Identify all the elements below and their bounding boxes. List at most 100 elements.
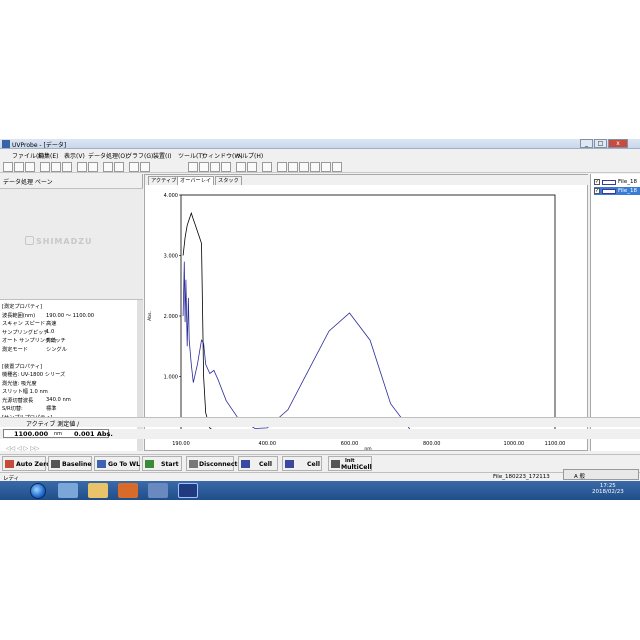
link-icon[interactable] (236, 162, 246, 172)
start-button[interactable]: Start (142, 456, 182, 471)
file-name: File_18 (618, 179, 637, 185)
x-tick-label: 190.00 (172, 441, 190, 447)
property-value: シングル (46, 346, 67, 353)
new-icon[interactable] (3, 162, 13, 172)
menu-view[interactable]: 表示(V) (64, 151, 85, 160)
shimadzu-logo: SHIMADZU (36, 237, 93, 246)
cell-button-2[interactable]: Cell (282, 456, 322, 471)
checkbox-icon[interactable]: ✓ (594, 179, 600, 185)
spectrum-chart[interactable]: 0.0001.0002.0003.0004.000190.00400.00600… (145, 185, 587, 450)
x-tick-label: 600.00 (341, 441, 359, 447)
menu-graph[interactable]: グラフ(G) (126, 151, 153, 160)
ie-icon[interactable] (58, 483, 78, 498)
tab-active[interactable]: アクティブ (148, 176, 180, 185)
auto-zero-button[interactable]: Auto Zero (2, 456, 51, 471)
menu-bar: ファイル(F) 編集(E) 表示(V) データ処理(O) グラフ(G) 装置(I… (0, 150, 640, 160)
cell-icon (241, 460, 250, 468)
disconnect-button[interactable]: Disconnect (186, 456, 238, 471)
overlay-icon[interactable] (299, 162, 309, 172)
logo-area: SHIMADZU (0, 188, 143, 300)
start-icon (145, 460, 154, 468)
peak-icon[interactable] (332, 162, 342, 172)
file-item-2[interactable]: ✓ File_18 (594, 187, 640, 195)
redo-icon[interactable] (114, 162, 124, 172)
graph-edit-icon[interactable] (247, 162, 257, 172)
status-bar: レディ File_180223_172113 (0, 472, 640, 482)
media-player-icon[interactable] (118, 483, 138, 498)
navigation-arrows[interactable]: ◁◁ ◁ ▷ ▷▷ (6, 445, 39, 452)
zoom-reset-icon[interactable] (210, 162, 220, 172)
data-processing-pane: データ処理 ペーン SHIMADZU [測定プロパティ] 波長範囲(nm) 190.… (0, 174, 143, 451)
tab-overlay[interactable]: オーバーレイ (177, 176, 215, 185)
baseline-button[interactable]: Baseline (48, 456, 92, 471)
start-button-icon[interactable] (30, 483, 46, 499)
zoom-in-icon[interactable] (188, 162, 198, 172)
save-icon[interactable] (25, 162, 35, 172)
clock[interactable]: 17:25 2018/02/23 (592, 483, 624, 495)
paste-icon[interactable] (62, 162, 72, 172)
readout-box: 1100.000 nm 0.001 Abs. (3, 429, 113, 438)
menu-tools[interactable]: ツール(T) (178, 151, 204, 160)
cut-icon[interactable] (40, 162, 50, 172)
x-axis-label: nm (364, 447, 371, 450)
series-color-swatch (602, 180, 616, 185)
multicell-icon (331, 460, 340, 468)
property-value: 1.0 (46, 328, 55, 335)
plot-area (180, 194, 556, 438)
marker-icon[interactable] (310, 162, 320, 172)
print-icon[interactable] (77, 162, 87, 172)
uvprobe-screen: UVProbe - [データ] _ □ x ファイル(F) 編集(E) 表示(V… (0, 139, 640, 500)
copy-icon[interactable] (51, 162, 61, 172)
menu-edit[interactable]: 編集(E) (38, 151, 58, 160)
window-title: UVProbe - [データ] (12, 142, 67, 149)
axis-icon[interactable] (277, 162, 287, 172)
disconnect-icon (189, 460, 198, 468)
peak-pick-icon[interactable] (262, 162, 272, 172)
x-tick-label: 1100.00 (545, 441, 566, 447)
go-to-wl-button[interactable]: Go To WL (94, 456, 140, 471)
menu-data-processing[interactable]: データ処理(O) (88, 151, 127, 160)
baseline-icon (51, 460, 60, 468)
file-name: File_18 (618, 188, 637, 194)
menu-instrument[interactable]: 装置(I) (153, 151, 171, 160)
close-button[interactable]: x (608, 139, 628, 148)
maximize-button[interactable]: □ (594, 139, 607, 148)
print-preview-icon[interactable] (88, 162, 98, 172)
y-tick-label: 2.000 (164, 314, 178, 320)
file-item-1[interactable]: ✓ File_18 (594, 178, 640, 186)
y-tick-label: 4.000 (164, 193, 178, 199)
status-file: File_180223_172113 (493, 474, 550, 480)
multicell-button[interactable]: Init MultiCell (328, 456, 372, 471)
property-value: 190.00 〜 1100.00 (46, 312, 95, 319)
property-label: スキャン スピード (2, 321, 46, 327)
minimize-button[interactable]: _ (580, 139, 593, 148)
tab-active-measurement[interactable]: アクティブ 測定値 / (26, 419, 79, 428)
measurement-tabs: アクティブ 測定値 / (0, 417, 640, 428)
property-label: 機種名: UV-1800 シリーズ (2, 372, 66, 378)
tab-stack[interactable]: スタック (215, 176, 242, 185)
zoom-out-icon[interactable] (199, 162, 209, 172)
uvprobe-taskbar-icon[interactable] (178, 483, 198, 498)
graph-tabs: アクティブ オーバーレイ スタック (145, 175, 589, 185)
scale-icon[interactable] (288, 162, 298, 172)
explorer-icon[interactable] (88, 483, 108, 498)
undo-icon[interactable] (103, 162, 113, 172)
app-icon-taskbar[interactable] (148, 483, 168, 498)
cell-button-1[interactable]: Cell (238, 456, 278, 471)
goto-wl-icon (97, 460, 106, 468)
property-value: 高速 (46, 321, 57, 327)
checkbox-icon[interactable]: ✓ (594, 188, 600, 194)
help-icon[interactable] (140, 162, 150, 172)
readout-bar: 1100.000 nm 0.001 Abs. (0, 429, 640, 439)
property-value: 標準 (46, 406, 57, 412)
properties-icon[interactable] (129, 162, 139, 172)
cursor-icon[interactable] (221, 162, 231, 172)
open-icon[interactable] (14, 162, 24, 172)
menu-help[interactable]: ヘルプ(H) (236, 151, 263, 160)
pane-title: データ処理 ペーン (3, 179, 53, 186)
property-label: 測光値: 吸光度 (2, 380, 37, 387)
derivative-icon[interactable] (321, 162, 331, 172)
ime-bar[interactable]: A 般 (563, 469, 639, 480)
wavelength-unit: nm (54, 431, 63, 437)
property-value: 有効 (46, 338, 57, 344)
